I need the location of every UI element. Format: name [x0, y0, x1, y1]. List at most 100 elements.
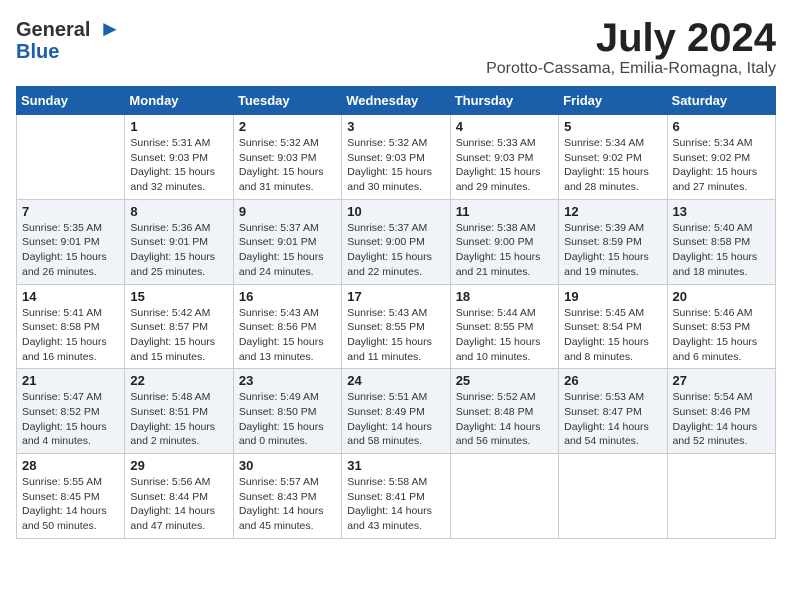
day-info: Sunrise: 5:39 AMSunset: 8:59 PMDaylight:… — [564, 221, 661, 280]
day-info: Sunrise: 5:33 AMSunset: 9:03 PMDaylight:… — [456, 136, 553, 195]
day-number: 23 — [239, 373, 336, 388]
calendar-day-cell: 22 Sunrise: 5:48 AMSunset: 8:51 PMDayligh… — [125, 369, 233, 454]
calendar-day-header: Tuesday — [233, 87, 341, 115]
page-header: General ► Blue July 2024 Porotto-Cassama… — [16, 16, 776, 78]
calendar-day-cell: 4 Sunrise: 5:33 AMSunset: 9:03 PMDaylight… — [450, 115, 558, 200]
calendar-day-cell: 23 Sunrise: 5:49 AMSunset: 8:50 PMDayligh… — [233, 369, 341, 454]
day-number: 15 — [130, 289, 227, 304]
calendar-week-row: 21Sunrise: 5:47 AMSunset: 8:52 PMDayligh… — [17, 369, 776, 454]
logo-blue-text: Blue — [16, 41, 59, 63]
day-number: 27 — [673, 373, 770, 388]
calendar-day-cell: 18 Sunrise: 5:44 AMSunset: 8:55 PMDayligh… — [450, 284, 558, 369]
day-info: Sunrise: 5:32 AMSunset: 9:03 PMDaylight:… — [239, 136, 336, 195]
day-info: Sunrise: 5:31 AMSunset: 9:03 PMDaylight:… — [130, 136, 227, 195]
day-info: Sunrise: 5:43 AMSunset: 8:56 PMDaylight:… — [239, 306, 336, 365]
day-info: Sunrise: 5:48 AMSunset: 8:51 PMDaylight:… — [130, 390, 227, 449]
location-title: Porotto-Cassama, Emilia-Romagna, Italy — [486, 60, 776, 78]
day-info: Sunrise: 5:38 AMSunset: 9:00 PMDaylight:… — [456, 221, 553, 280]
day-info: Sunrise: 5:49 AMSunset: 8:50 PMDaylight:… — [239, 390, 336, 449]
calendar-empty-cell — [17, 115, 125, 200]
calendar-day-header: Monday — [125, 87, 233, 115]
calendar-empty-cell — [450, 454, 558, 539]
day-info: Sunrise: 5:53 AMSunset: 8:47 PMDaylight:… — [564, 390, 661, 449]
day-number: 7 — [22, 204, 119, 219]
calendar-day-cell: 31 Sunrise: 5:58 AMSunset: 8:41 PMDayligh… — [342, 454, 450, 539]
day-number: 9 — [239, 204, 336, 219]
calendar-day-cell: 2 Sunrise: 5:32 AMSunset: 9:03 PMDaylight… — [233, 115, 341, 200]
calendar-day-header: Saturday — [667, 87, 775, 115]
logo-general-text: General — [16, 19, 90, 41]
day-number: 25 — [456, 373, 553, 388]
title-block: July 2024 Porotto-Cassama, Emilia-Romagn… — [486, 16, 776, 78]
day-info: Sunrise: 5:51 AMSunset: 8:49 PMDaylight:… — [347, 390, 444, 449]
day-info: Sunrise: 5:34 AMSunset: 9:02 PMDaylight:… — [673, 136, 770, 195]
calendar-day-cell: 10Sunrise: 5:37 AMSunset: 9:00 PMDayligh… — [342, 199, 450, 284]
day-info: Sunrise: 5:58 AMSunset: 8:41 PMDaylight:… — [347, 475, 444, 534]
logo-bird-icon: ► — [99, 16, 121, 41]
day-number: 22 — [130, 373, 227, 388]
calendar-empty-cell — [559, 454, 667, 539]
day-number: 28 — [22, 458, 119, 473]
day-number: 31 — [347, 458, 444, 473]
day-number: 26 — [564, 373, 661, 388]
calendar-day-cell: 15 Sunrise: 5:42 AMSunset: 8:57 PMDayligh… — [125, 284, 233, 369]
day-number: 14 — [22, 289, 119, 304]
day-number: 20 — [673, 289, 770, 304]
day-number: 6 — [673, 119, 770, 134]
day-number: 4 — [456, 119, 553, 134]
calendar-day-header: Friday — [559, 87, 667, 115]
day-number: 8 — [130, 204, 227, 219]
calendar-day-cell: 25 Sunrise: 5:52 AMSunset: 8:48 PMDayligh… — [450, 369, 558, 454]
day-number: 18 — [456, 289, 553, 304]
calendar-day-cell: 7 Sunrise: 5:35 AMSunset: 9:01 PMDaylight… — [17, 199, 125, 284]
day-info: Sunrise: 5:56 AMSunset: 8:44 PMDaylight:… — [130, 475, 227, 534]
day-number: 3 — [347, 119, 444, 134]
calendar-day-cell: 19Sunrise: 5:45 AMSunset: 8:54 PMDayligh… — [559, 284, 667, 369]
day-number: 29 — [130, 458, 227, 473]
calendar-day-cell: 30Sunrise: 5:57 AMSunset: 8:43 PMDayligh… — [233, 454, 341, 539]
calendar-week-row: 1 Sunrise: 5:31 AMSunset: 9:03 PMDaylight… — [17, 115, 776, 200]
calendar-empty-cell — [667, 454, 775, 539]
calendar-day-cell: 20Sunrise: 5:46 AMSunset: 8:53 PMDayligh… — [667, 284, 775, 369]
calendar-day-cell: 16 Sunrise: 5:43 AMSunset: 8:56 PMDayligh… — [233, 284, 341, 369]
day-info: Sunrise: 5:36 AMSunset: 9:01 PMDaylight:… — [130, 221, 227, 280]
calendar-week-row: 14 Sunrise: 5:41 AMSunset: 8:58 PMDayligh… — [17, 284, 776, 369]
day-number: 11 — [456, 204, 553, 219]
calendar-day-cell: 14 Sunrise: 5:41 AMSunset: 8:58 PMDayligh… — [17, 284, 125, 369]
day-number: 21 — [22, 373, 119, 388]
day-number: 24 — [347, 373, 444, 388]
calendar-week-row: 28Sunrise: 5:55 AMSunset: 8:45 PMDayligh… — [17, 454, 776, 539]
calendar-day-cell: 27 Sunrise: 5:54 AMSunset: 8:46 PMDayligh… — [667, 369, 775, 454]
calendar-day-cell: 1 Sunrise: 5:31 AMSunset: 9:03 PMDaylight… — [125, 115, 233, 200]
day-info: Sunrise: 5:42 AMSunset: 8:57 PMDaylight:… — [130, 306, 227, 365]
calendar-day-cell: 5 Sunrise: 5:34 AMSunset: 9:02 PMDaylight… — [559, 115, 667, 200]
day-number: 13 — [673, 204, 770, 219]
day-info: Sunrise: 5:35 AMSunset: 9:01 PMDaylight:… — [22, 221, 119, 280]
calendar-day-cell: 9Sunrise: 5:37 AMSunset: 9:01 PMDaylight… — [233, 199, 341, 284]
calendar-day-header: Thursday — [450, 87, 558, 115]
calendar-day-cell: 8 Sunrise: 5:36 AMSunset: 9:01 PMDaylight… — [125, 199, 233, 284]
day-info: Sunrise: 5:54 AMSunset: 8:46 PMDaylight:… — [673, 390, 770, 449]
logo: General ► Blue — [16, 16, 121, 63]
day-number: 2 — [239, 119, 336, 134]
calendar-day-header: Wednesday — [342, 87, 450, 115]
calendar-day-cell: 3 Sunrise: 5:32 AMSunset: 9:03 PMDaylight… — [342, 115, 450, 200]
day-info: Sunrise: 5:44 AMSunset: 8:55 PMDaylight:… — [456, 306, 553, 365]
calendar-day-cell: 6 Sunrise: 5:34 AMSunset: 9:02 PMDaylight… — [667, 115, 775, 200]
day-info: Sunrise: 5:52 AMSunset: 8:48 PMDaylight:… — [456, 390, 553, 449]
day-number: 5 — [564, 119, 661, 134]
day-number: 16 — [239, 289, 336, 304]
day-info: Sunrise: 5:45 AMSunset: 8:54 PMDaylight:… — [564, 306, 661, 365]
day-info: Sunrise: 5:43 AMSunset: 8:55 PMDaylight:… — [347, 306, 444, 365]
day-info: Sunrise: 5:41 AMSunset: 8:58 PMDaylight:… — [22, 306, 119, 365]
day-info: Sunrise: 5:57 AMSunset: 8:43 PMDaylight:… — [239, 475, 336, 534]
day-number: 10 — [347, 204, 444, 219]
day-info: Sunrise: 5:40 AMSunset: 8:58 PMDaylight:… — [673, 221, 770, 280]
day-info: Sunrise: 5:32 AMSunset: 9:03 PMDaylight:… — [347, 136, 444, 195]
calendar-table: SundayMondayTuesdayWednesdayThursdayFrid… — [16, 86, 776, 539]
calendar-day-header: Sunday — [17, 87, 125, 115]
calendar-day-cell: 17Sunrise: 5:43 AMSunset: 8:55 PMDayligh… — [342, 284, 450, 369]
day-number: 1 — [130, 119, 227, 134]
day-info: Sunrise: 5:34 AMSunset: 9:02 PMDaylight:… — [564, 136, 661, 195]
day-number: 12 — [564, 204, 661, 219]
